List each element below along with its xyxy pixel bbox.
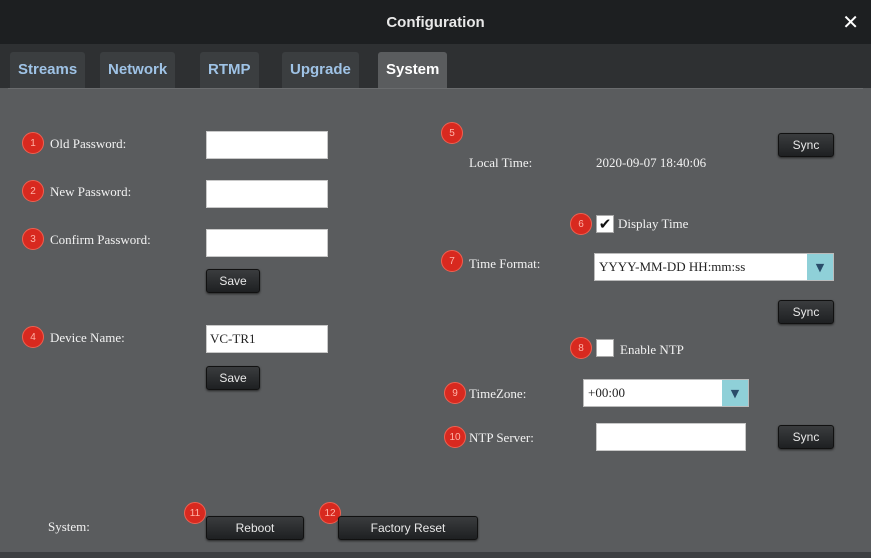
enable-ntp-label: Enable NTP <box>620 342 684 357</box>
tab-streams[interactable]: Streams <box>10 52 86 88</box>
title-bar: Configuration ✕ <box>0 0 871 44</box>
factory-reset-button[interactable]: Factory Reset <box>338 516 478 540</box>
tab-upgrade[interactable]: Upgrade <box>282 52 359 88</box>
time-format-label: Time Format: <box>469 256 541 271</box>
reboot-button[interactable]: Reboot <box>206 516 304 540</box>
timezone-select[interactable]: +00:00 ▼ <box>583 379 749 407</box>
close-icon[interactable]: ✕ <box>842 10 859 34</box>
confirm-password-label: Confirm Password: <box>50 232 151 247</box>
marker-10: 10 <box>444 426 466 448</box>
timezone-value: +00:00 <box>588 385 625 400</box>
local-time-value: 2020-09-07 18:40:06 <box>596 155 707 170</box>
tab-rtmp[interactable]: RTMP <box>200 52 259 88</box>
tab-system[interactable]: System <box>378 52 448 88</box>
old-password-label: Old Password: <box>50 136 127 151</box>
marker-5: 5 <box>441 122 463 144</box>
tab-network[interactable]: Network <box>100 52 176 88</box>
device-name-field[interactable] <box>206 325 328 353</box>
marker-6: 6 <box>570 213 592 235</box>
local-time-label: Local Time: <box>469 155 533 170</box>
sync-local-time-button[interactable]: Sync <box>778 133 834 157</box>
save-device-name-button[interactable]: Save <box>206 366 260 390</box>
display-time-label: Display Time <box>618 216 689 231</box>
old-password-field[interactable] <box>206 131 328 159</box>
marker-9: 9 <box>444 382 466 404</box>
marker-8: 8 <box>570 337 592 359</box>
marker-4: 4 <box>22 326 44 348</box>
ntp-server-field[interactable] <box>596 423 746 451</box>
display-time-checkbox[interactable]: ✔ <box>596 215 614 233</box>
save-password-button[interactable]: Save <box>206 269 260 293</box>
sync-time-format-button[interactable]: Sync <box>778 300 834 324</box>
marker-2: 2 <box>22 180 44 202</box>
ntp-server-label: NTP Server: <box>469 430 534 445</box>
time-format-value: YYYY-MM-DD HH:mm:ss <box>599 259 746 274</box>
timezone-label: TimeZone: <box>469 386 527 401</box>
bottom-border <box>0 552 871 558</box>
device-name-label: Device Name: <box>50 330 125 345</box>
chevron-down-icon[interactable]: ▼ <box>722 380 748 406</box>
marker-11: 11 <box>184 502 206 524</box>
chevron-down-icon[interactable]: ▼ <box>807 254 833 280</box>
divider <box>8 88 863 89</box>
sync-ntp-button[interactable]: Sync <box>778 425 834 449</box>
system-label: System: <box>48 519 90 534</box>
time-format-select[interactable]: YYYY-MM-DD HH:mm:ss ▼ <box>594 253 834 281</box>
enable-ntp-checkbox[interactable] <box>596 339 614 357</box>
new-password-label: New Password: <box>50 184 132 199</box>
window-title: Configuration <box>386 13 485 31</box>
marker-7: 7 <box>441 250 463 272</box>
marker-3: 3 <box>22 228 44 250</box>
new-password-field[interactable] <box>206 180 328 208</box>
marker-1: 1 <box>22 132 44 154</box>
confirm-password-field[interactable] <box>206 229 328 257</box>
